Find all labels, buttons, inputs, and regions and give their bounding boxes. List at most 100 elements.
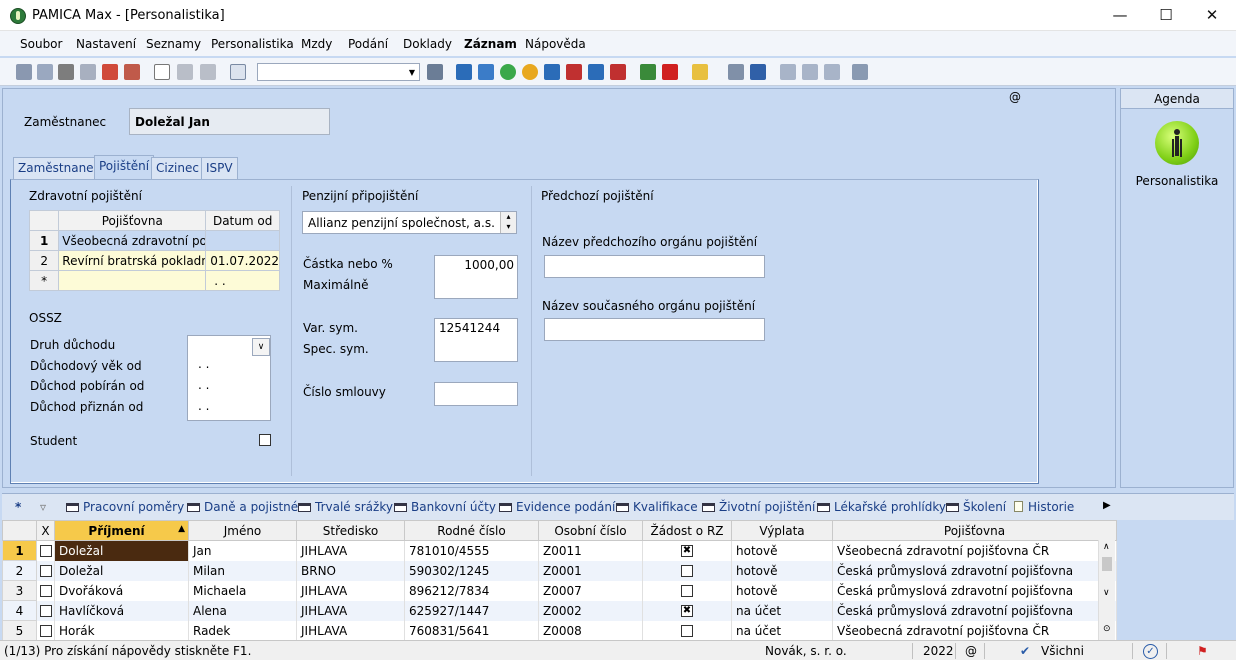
row-number[interactable]: 2 bbox=[2, 560, 37, 581]
surname-cell[interactable]: Doležal bbox=[54, 560, 189, 581]
insurer-cell[interactable] bbox=[58, 270, 207, 291]
close-button[interactable]: ✕ bbox=[1189, 0, 1235, 31]
birth-cell[interactable]: 590302/1245 bbox=[404, 560, 539, 581]
check-circle-icon[interactable]: ✓ bbox=[1143, 644, 1158, 659]
menu-soubor[interactable]: Soubor bbox=[20, 37, 62, 51]
amount-field[interactable]: 1000,00 bbox=[434, 255, 518, 299]
request-checkbox[interactable] bbox=[681, 625, 693, 637]
pension-age-field[interactable]: . . bbox=[198, 357, 209, 371]
prev-org-field[interactable] bbox=[544, 255, 765, 278]
insurer-cell[interactable]: Všeobecná zdravotní pojišťovna ČR bbox=[832, 620, 1117, 641]
asterisk-icon[interactable]: * bbox=[15, 500, 21, 514]
tab-kvalifikace[interactable]: Kvalifikace bbox=[616, 500, 698, 514]
save-icon[interactable] bbox=[177, 64, 193, 80]
tab-pracovni-pomery[interactable]: Pracovní poměry bbox=[66, 500, 184, 514]
center-cell[interactable]: JIHLAVA bbox=[296, 620, 405, 641]
export-icon[interactable] bbox=[124, 64, 140, 80]
insurer-cell[interactable]: Revírní bratrská pokladna, z bbox=[58, 250, 207, 271]
request-cell[interactable]: ✖ bbox=[642, 600, 732, 621]
menu-seznamy[interactable]: Seznamy bbox=[146, 37, 201, 51]
menu-nastaveni[interactable]: Nastavení bbox=[76, 37, 136, 51]
row-number[interactable]: 5 bbox=[2, 620, 37, 641]
open-icon[interactable] bbox=[16, 64, 32, 80]
request-cell[interactable] bbox=[642, 560, 732, 581]
copy-record-icon[interactable] bbox=[37, 64, 53, 80]
iban-icon[interactable] bbox=[750, 64, 766, 80]
tab-zivotni-pojisteni[interactable]: Životní pojištění bbox=[702, 500, 815, 514]
table-row[interactable]: 1 Všeobecná zdravotní pojišť bbox=[28, 230, 280, 251]
center-cell[interactable]: BRNO bbox=[296, 560, 405, 581]
row-number[interactable]: 3 bbox=[2, 580, 37, 601]
x-checkbox-cell[interactable] bbox=[36, 560, 55, 581]
tab-lekarske-prohlidky[interactable]: Lékařské prohlídky bbox=[817, 500, 946, 514]
col-payment[interactable]: Výplata bbox=[731, 520, 833, 541]
col-birth[interactable]: Rodné číslo bbox=[404, 520, 539, 541]
row-checkbox[interactable] bbox=[39, 585, 52, 597]
scroll-down-icon[interactable]: ∨ bbox=[1103, 588, 1110, 598]
table-row[interactable]: 4 Havlíčková Alena JIHLAVA 625927/1447 Z0002 ✖… bbox=[2, 600, 1117, 621]
surname-cell[interactable]: Dvořáková bbox=[54, 580, 189, 601]
request-checkbox[interactable] bbox=[681, 565, 693, 577]
tab-cizinec[interactable]: Cizinec bbox=[151, 157, 204, 179]
col-surname[interactable]: Příjmení ▲ bbox=[54, 520, 189, 541]
menu-zaznam[interactable]: Záznam bbox=[464, 37, 517, 51]
flag-red-icon[interactable]: ⚑ bbox=[1197, 644, 1208, 658]
birth-cell[interactable]: 781010/4555 bbox=[404, 540, 539, 561]
name-cell[interactable]: Alena bbox=[188, 600, 297, 621]
col-center[interactable]: Středisko bbox=[296, 520, 405, 541]
date-cell[interactable]: . . bbox=[205, 270, 280, 291]
pension-granted-field[interactable]: . . bbox=[198, 399, 209, 413]
table-row[interactable]: 2 Doležal Milan BRNO 590302/1245 Z0001 hotově Č… bbox=[2, 560, 1117, 581]
insurer-cell[interactable]: Všeobecná zdravotní pojišť bbox=[58, 230, 207, 251]
birth-cell[interactable]: 896212/7834 bbox=[404, 580, 539, 601]
birth-cell[interactable]: 625927/1447 bbox=[404, 600, 539, 621]
table-row[interactable]: 2 Revírní bratrská pokladna, z 01.07.202… bbox=[28, 250, 280, 271]
personal-cell[interactable]: Z0011 bbox=[538, 540, 643, 561]
table-row[interactable]: 1 Doležal Jan JIHLAVA 781010/4555 Z0011 ✖ hotov… bbox=[2, 540, 1117, 561]
col-personal[interactable]: Osobní číslo bbox=[538, 520, 643, 541]
payment-cell[interactable]: na účet bbox=[731, 600, 833, 621]
agenda-item-label[interactable]: Personalistika bbox=[1121, 174, 1233, 188]
personal-cell[interactable]: Z0008 bbox=[538, 620, 643, 641]
scroll-thumb[interactable] bbox=[1102, 557, 1112, 571]
filter-value[interactable]: Všichni bbox=[1041, 644, 1084, 658]
contract-field[interactable] bbox=[434, 382, 518, 406]
name-cell[interactable]: Radek bbox=[188, 620, 297, 641]
table-row[interactable]: 5 Horák Radek JIHLAVA 760831/5641 Z0008 na úče… bbox=[2, 620, 1117, 641]
insurer-cell[interactable]: Všeobecná zdravotní pojišťovna ČR bbox=[832, 540, 1117, 561]
insurer-cell[interactable]: Česká průmyslová zdravotní pojišťovna bbox=[832, 580, 1117, 601]
module-red2-icon[interactable] bbox=[610, 64, 626, 80]
personal-cell[interactable]: Z0007 bbox=[538, 580, 643, 601]
x-checkbox-cell[interactable] bbox=[36, 580, 55, 601]
tab-trvale-srazky[interactable]: Trvalé srážky bbox=[298, 500, 393, 514]
center-cell[interactable]: JIHLAVA bbox=[296, 600, 405, 621]
menu-personalistika[interactable]: Personalistika bbox=[211, 37, 294, 51]
x-checkbox-cell[interactable] bbox=[36, 600, 55, 621]
request-cell[interactable] bbox=[642, 620, 732, 641]
request-checkbox[interactable]: ✖ bbox=[681, 545, 693, 558]
module-m2-icon[interactable] bbox=[588, 64, 604, 80]
row-checkbox[interactable] bbox=[39, 545, 52, 558]
preview-icon[interactable] bbox=[80, 64, 96, 80]
request-checkbox[interactable] bbox=[681, 585, 693, 597]
date-cell[interactable]: 01.07.2022 bbox=[205, 250, 280, 271]
scroll-up-icon[interactable]: ∧ bbox=[1103, 542, 1110, 552]
tab-zamestnanec[interactable]: Zaměstnanec bbox=[13, 157, 106, 179]
payment-cell[interactable]: hotově bbox=[731, 560, 833, 581]
folder-icon[interactable] bbox=[692, 64, 708, 80]
personal-cell[interactable]: Z0001 bbox=[538, 560, 643, 581]
request-checkbox[interactable]: ✖ bbox=[681, 605, 693, 617]
person-green-icon[interactable] bbox=[500, 64, 516, 80]
col-insurer[interactable]: Pojišťovna bbox=[58, 210, 207, 231]
scroll-extra-icon[interactable]: ⊙ bbox=[1103, 624, 1111, 634]
date-cell[interactable] bbox=[205, 230, 280, 251]
col-date[interactable]: Datum od bbox=[205, 210, 280, 231]
menu-podani[interactable]: Podání bbox=[348, 37, 388, 51]
x-checkbox-cell[interactable] bbox=[36, 620, 55, 641]
person-icon[interactable] bbox=[1155, 121, 1199, 165]
tab-skoleni[interactable]: Školení bbox=[946, 500, 1006, 514]
row-checkbox[interactable] bbox=[39, 625, 52, 637]
request-cell[interactable] bbox=[642, 580, 732, 601]
flag-green-icon[interactable] bbox=[640, 64, 656, 80]
tab-historie[interactable]: Historie bbox=[1014, 500, 1074, 514]
